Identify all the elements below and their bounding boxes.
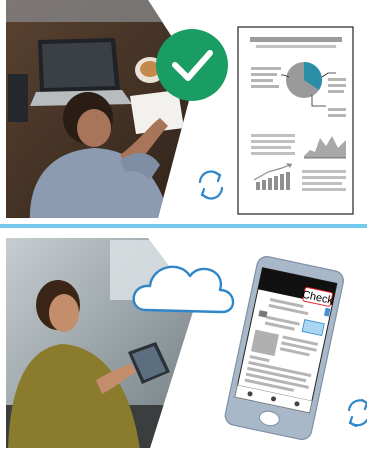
- checkmark-icon: [156, 29, 228, 101]
- bottom-panel: Check: [0, 232, 367, 450]
- sync-icon: [198, 170, 224, 200]
- sync-icon: [347, 398, 367, 428]
- section-divider: [0, 224, 367, 228]
- office-photo: [6, 0, 196, 218]
- bottom-scene: Check: [6, 238, 367, 448]
- report-document: [237, 26, 354, 215]
- tablet-user-photo: [6, 238, 196, 448]
- top-panel: [0, 0, 367, 222]
- smartphone-illustration: Check: [224, 256, 344, 441]
- top-scene: [6, 0, 354, 218]
